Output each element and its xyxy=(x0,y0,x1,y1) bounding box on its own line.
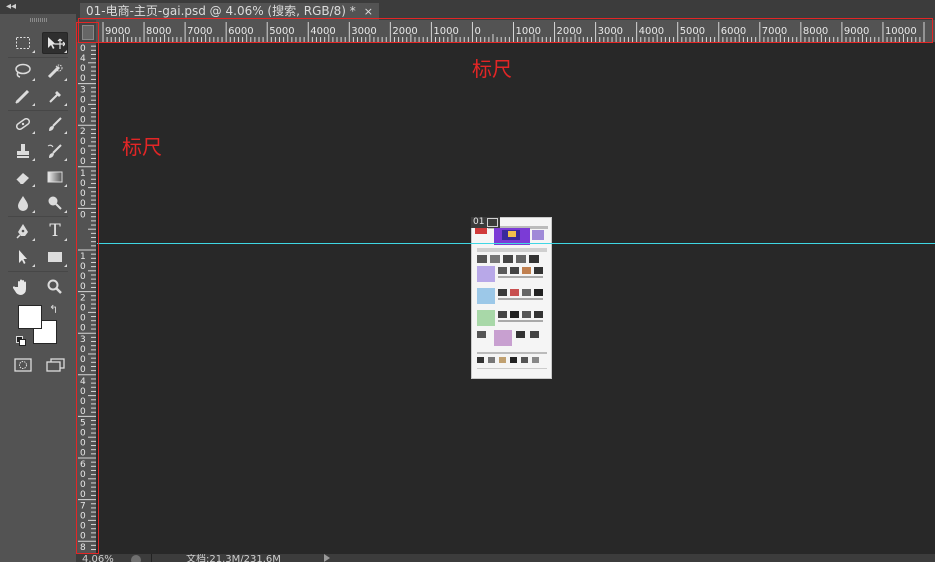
status-bar: 4.06% 文档:21.3M/231.6M xyxy=(76,554,935,562)
magnifier-icon xyxy=(47,279,62,294)
default-colors-icon[interactable] xyxy=(16,336,26,346)
document-info[interactable]: 文档:21.3M/231.6M xyxy=(186,554,281,562)
path-select-tool[interactable] xyxy=(10,246,36,268)
lasso-icon xyxy=(15,63,31,78)
healing-brush-tool[interactable] xyxy=(10,113,36,135)
artboard-label[interactable]: 01 xyxy=(471,217,501,228)
eraser-tool[interactable] xyxy=(10,166,36,188)
eyedropper-tool[interactable] xyxy=(42,85,68,107)
eraser-icon xyxy=(15,173,29,185)
foreground-color-swatch[interactable] xyxy=(18,305,42,329)
artboard-label-text: 01 xyxy=(473,217,485,227)
clone-stamp-tool[interactable] xyxy=(10,140,36,162)
tools-panel-header: ◂◂ xyxy=(0,0,76,14)
tools-panel: ◂◂ T ↰ xyxy=(0,0,76,562)
page-preview xyxy=(472,218,551,378)
blur-tool[interactable] xyxy=(10,192,36,214)
history-brush-tool[interactable] xyxy=(42,140,68,162)
top-ruler-highlight xyxy=(78,18,933,43)
eyedropper-icon xyxy=(49,91,61,103)
left-ruler-annotation: 标尺 xyxy=(122,135,162,159)
rect-marquee-tool[interactable] xyxy=(10,32,36,54)
screen-mode-icon[interactable] xyxy=(46,358,66,372)
quick-mask-icon[interactable] xyxy=(14,358,32,372)
bandage-icon xyxy=(15,117,31,131)
move-icon xyxy=(48,37,65,49)
double-chevron-left-icon[interactable]: ◂◂ xyxy=(6,1,16,13)
gradient-icon xyxy=(47,171,63,183)
rectangle-tool[interactable] xyxy=(42,246,68,268)
image-icon xyxy=(487,218,499,227)
top-ruler-annotation: 标尺 xyxy=(472,57,512,81)
hand-tool[interactable] xyxy=(10,276,36,298)
lasso-tool[interactable] xyxy=(10,60,36,82)
document-canvas[interactable] xyxy=(471,217,552,379)
navigator-icon[interactable] xyxy=(131,555,141,562)
pen-tool[interactable] xyxy=(10,220,36,242)
pen-icon xyxy=(16,224,28,239)
stamp-icon xyxy=(17,144,29,158)
quick-select-tool[interactable] xyxy=(42,60,68,82)
hand-icon xyxy=(13,279,26,295)
dodge-icon xyxy=(48,196,62,210)
horizontal-guide[interactable] xyxy=(97,243,935,244)
brush-tool[interactable] xyxy=(42,113,68,135)
rectangle-icon xyxy=(48,252,62,262)
brush-icon xyxy=(49,117,62,131)
crop-icon xyxy=(15,89,30,104)
history-brush-icon xyxy=(47,144,62,158)
gradient-tool[interactable] xyxy=(42,166,68,188)
type-icon: T xyxy=(49,221,61,241)
type-tool[interactable]: T xyxy=(42,220,68,242)
drop-icon xyxy=(18,196,28,211)
zoom-level[interactable]: 4.06% xyxy=(82,554,114,562)
document-tab-bar: 01-电商-主页-gai.psd @ 4.06% (搜索, RGB/8) * × xyxy=(76,0,935,20)
quick-select-icon xyxy=(47,64,63,79)
move-tool[interactable] xyxy=(42,32,68,54)
left-ruler-highlight xyxy=(76,22,99,554)
play-icon[interactable] xyxy=(324,554,330,562)
crop-tool[interactable] xyxy=(10,85,36,107)
swap-colors-icon[interactable]: ↰ xyxy=(49,303,58,316)
panel-grip[interactable] xyxy=(30,18,48,22)
arrow-icon xyxy=(19,250,27,264)
dodge-tool[interactable] xyxy=(42,192,68,214)
zoom-tool[interactable] xyxy=(42,276,68,298)
rect-marquee-icon xyxy=(16,37,30,49)
